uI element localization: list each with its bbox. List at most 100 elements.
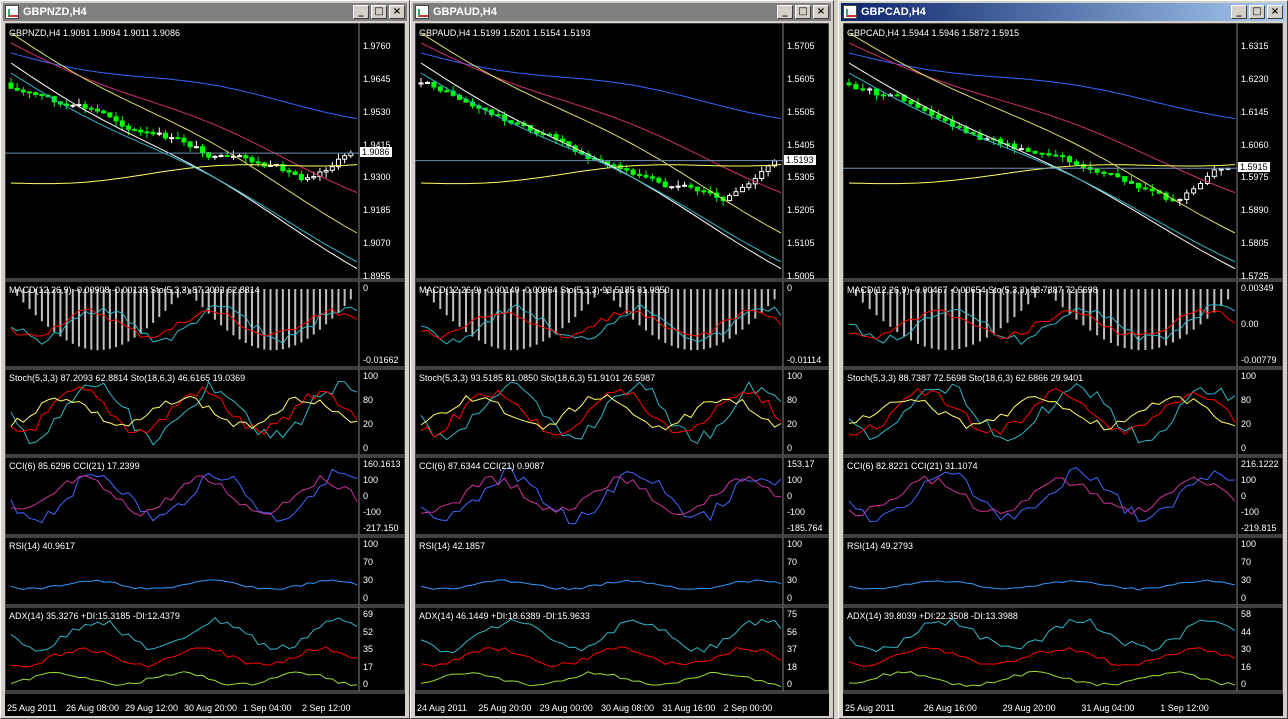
candle-body	[1142, 187, 1148, 190]
adx-header-label: ADX(14) 35.3276 +DI:15.3185 -DI:12.4379	[9, 611, 180, 621]
cci-fast-line	[10, 468, 358, 524]
chart-canvas[interactable]: GBPAUD,H4 1.5199 1.5201 1.5154 1.5193 1.5…	[415, 23, 829, 716]
minimize-button[interactable]: _	[353, 5, 369, 19]
titlebar[interactable]: GBPNZD,H4 _ □ ×	[3, 3, 407, 21]
minimize-button[interactable]: _	[777, 5, 793, 19]
ma-cyan-line	[420, 72, 782, 263]
candle-body	[739, 186, 745, 193]
chart-window-gbpcad[interactable]: GBPCAD,H4 _ □ × GBPCAD,H4 1.5944 1.5946 …	[838, 0, 1288, 719]
minimize-button[interactable]: _	[1231, 5, 1247, 19]
cci-fast-line	[848, 467, 1236, 522]
indicator-axis-tick: 160.1613	[363, 459, 401, 469]
indicator-axis-tick: 100	[787, 475, 803, 485]
candle-body	[255, 161, 261, 164]
indicator-axis-tick: 100	[363, 539, 379, 549]
titlebar[interactable]: GBPAUD,H4 _ □ ×	[413, 3, 831, 21]
date-axis-label: 25 Aug 20:00	[478, 703, 532, 713]
close-button[interactable]: ×	[1267, 5, 1283, 19]
indicator-axis-tick: -100	[363, 507, 382, 517]
ma-blue-line	[848, 52, 1236, 120]
candle-body	[200, 146, 206, 154]
indicator-axis-tick: -0.01662	[363, 355, 399, 365]
cci-slow-line	[10, 475, 358, 517]
candle-body	[1191, 188, 1197, 194]
plus-di-line	[11, 646, 358, 668]
indicator-axis-tick: 0	[1241, 491, 1247, 501]
indicator-axis-tick: 52	[363, 626, 374, 637]
current-price-tag: 1.5193	[784, 154, 816, 165]
chart-canvas[interactable]: GBPCAD,H4 1.5944 1.5946 1.5872 1.5915 1.6…	[843, 23, 1283, 716]
close-button[interactable]: ×	[813, 5, 829, 19]
candle-body	[437, 86, 443, 92]
stoch-header-label: Stoch(5,3,3) 88.7387 72.5698 Sto(18,6,3)…	[847, 373, 1084, 383]
price-axis-tick: 1.9300	[363, 172, 391, 183]
chart-window-gbpnzd[interactable]: GBPNZD,H4 _ □ × GBPNZD,H4 1.9091 1.9094 …	[0, 0, 410, 719]
indicator-axis-tick: 0	[363, 491, 369, 501]
macd-histogram	[854, 289, 1230, 351]
maximize-button[interactable]: □	[795, 5, 811, 19]
candle-body	[936, 114, 942, 119]
pane-frame	[415, 23, 829, 280]
candle-body	[132, 128, 138, 131]
indicator-axis-tick: -0.01114	[787, 355, 822, 365]
candle-body	[1108, 172, 1114, 175]
candle-body	[1094, 168, 1100, 173]
indicator-axis-tick: 17	[363, 661, 374, 672]
candle-body	[88, 107, 94, 110]
rsi-header-label: RSI(14) 49.2793	[847, 541, 914, 551]
ma-cyan-line	[10, 72, 358, 263]
price-axis-tick: 1.5605	[787, 73, 815, 84]
candle-body	[20, 89, 26, 93]
indicator-axis-tick: 70	[363, 557, 374, 567]
candle-body	[1046, 153, 1052, 156]
indicator-axis-tick: 100	[363, 371, 379, 381]
candle-body	[1122, 176, 1128, 182]
maximize-button[interactable]: □	[1249, 5, 1265, 19]
chart-canvas[interactable]: GBPNZD,H4 1.9091 1.9094 1.9011 1.9086 1.9…	[5, 23, 405, 716]
titlebar[interactable]: GBPCAD,H4 _ □ ×	[841, 3, 1285, 21]
candle-body	[175, 137, 181, 140]
price-axis-tick: 1.5805	[1241, 238, 1269, 249]
candle-body	[1129, 180, 1135, 184]
candle-body	[853, 84, 859, 90]
maximize-button[interactable]: □	[371, 5, 387, 19]
macd-histogram	[16, 289, 352, 351]
close-button[interactable]: ×	[389, 5, 405, 19]
candle-body	[113, 116, 119, 122]
candle-body	[82, 104, 88, 109]
price-axis-tick: 1.6060	[1241, 139, 1269, 150]
candle-body	[224, 155, 230, 158]
candle-body	[759, 171, 765, 180]
indicator-axis-tick: -217.150	[363, 523, 399, 533]
indicator-axis-tick: 30	[787, 575, 798, 585]
indicator-axis-tick: -100	[1241, 507, 1260, 517]
candle-body	[181, 137, 187, 143]
ma-lightyellow-line	[420, 32, 782, 234]
adx-line	[420, 618, 782, 654]
indicator-axis-tick: 100	[787, 539, 803, 549]
candle-body	[611, 164, 617, 167]
candle-body	[1067, 156, 1073, 163]
cci-slow-line	[848, 475, 1236, 517]
indicator-axis-tick: 20	[363, 419, 374, 429]
indicator-axis-tick: 37	[787, 644, 798, 654]
indicator-axis-tick: 0.00	[1241, 319, 1259, 329]
candle-body	[1115, 173, 1121, 178]
candle-body	[1184, 192, 1190, 200]
date-axis-label: 1 Sep 12:00	[1160, 703, 1209, 713]
window-title: GBPCAD,H4	[861, 6, 926, 18]
pane-frame	[843, 23, 1283, 280]
chart-window-gbpaud[interactable]: GBPAUD,H4 _ □ × GBPAUD,H4 1.5199 1.5201 …	[410, 0, 834, 719]
minus-di-line	[420, 671, 782, 688]
candle-body	[1025, 148, 1031, 152]
candle-body	[418, 82, 424, 85]
candle-body	[243, 155, 249, 159]
indicator-axis-tick: 69	[363, 609, 374, 619]
candle-body	[643, 174, 649, 178]
cci-header-label: CCI(6) 82.8221 CCI(21) 31.1074	[847, 461, 978, 471]
date-axis-label: 29 Aug 12:00	[125, 703, 179, 713]
indicator-axis-tick: 80	[1241, 395, 1252, 405]
window-title: GBPNZD,H4	[23, 6, 87, 18]
candles	[418, 77, 778, 206]
candle-body	[431, 81, 437, 88]
